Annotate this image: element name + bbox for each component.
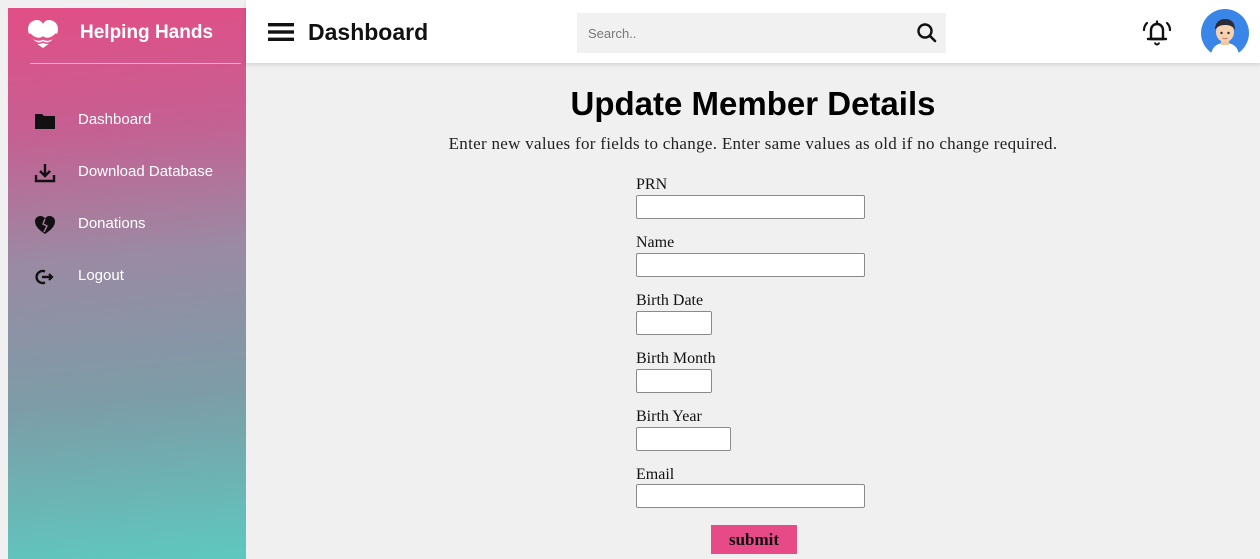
form-instructions: Enter new values for fields to change. E… [448,134,1058,153]
sidebar-divider [30,63,241,64]
sidebar-item-logout[interactable]: Logout [8,261,246,291]
birth-date-label: Birth Date [636,292,704,309]
birth-date-field[interactable] [636,311,712,335]
page-title: Update Member Details [570,85,936,122]
bell-icon[interactable] [1142,17,1172,47]
sidebar-item-label: Dashboard [78,111,152,128]
prn-field[interactable] [636,195,865,219]
search-icon[interactable] [907,13,946,53]
folder-icon [35,114,55,129]
birth-year-field[interactable] [636,427,731,451]
heart-hands-icon [28,20,58,48]
page-heading: Dashboard [308,19,429,45]
search-input[interactable] [577,13,907,53]
broken-heart-icon [35,216,55,234]
birth-year-label: Birth Year [636,408,702,425]
prn-label: PRN [636,176,668,193]
avatar[interactable] [1201,9,1249,57]
name-label: Name [636,234,675,251]
brand[interactable]: Helping Hands [8,8,246,64]
name-field[interactable] [636,253,865,277]
sidebar-item-dashboard[interactable]: Dashboard [8,105,246,135]
birth-month-label: Birth Month [636,350,716,367]
email-field[interactable] [636,484,865,508]
download-icon [34,164,56,183]
brand-name: Helping Hands [80,22,214,43]
sidebar-item-donations[interactable]: Donations [8,209,246,239]
birth-month-field[interactable] [636,369,712,393]
sidebar: Helping Hands Dashboard Download Databas… [8,8,246,559]
search-bar [577,13,946,53]
sidebar-item-label: Donations [78,215,146,232]
main-content: Update Member Details Enter new values f… [246,63,1260,559]
top-bar: Dashboard [246,0,1260,63]
logout-icon [35,269,54,285]
sidebar-item-download-database[interactable]: Download Database [8,157,246,187]
sidebar-item-label: Logout [78,267,124,284]
email-label: Email [636,466,675,483]
menu-icon[interactable] [268,22,294,42]
submit-button[interactable]: submit [711,525,797,554]
sidebar-item-label: Download Database [78,163,214,180]
